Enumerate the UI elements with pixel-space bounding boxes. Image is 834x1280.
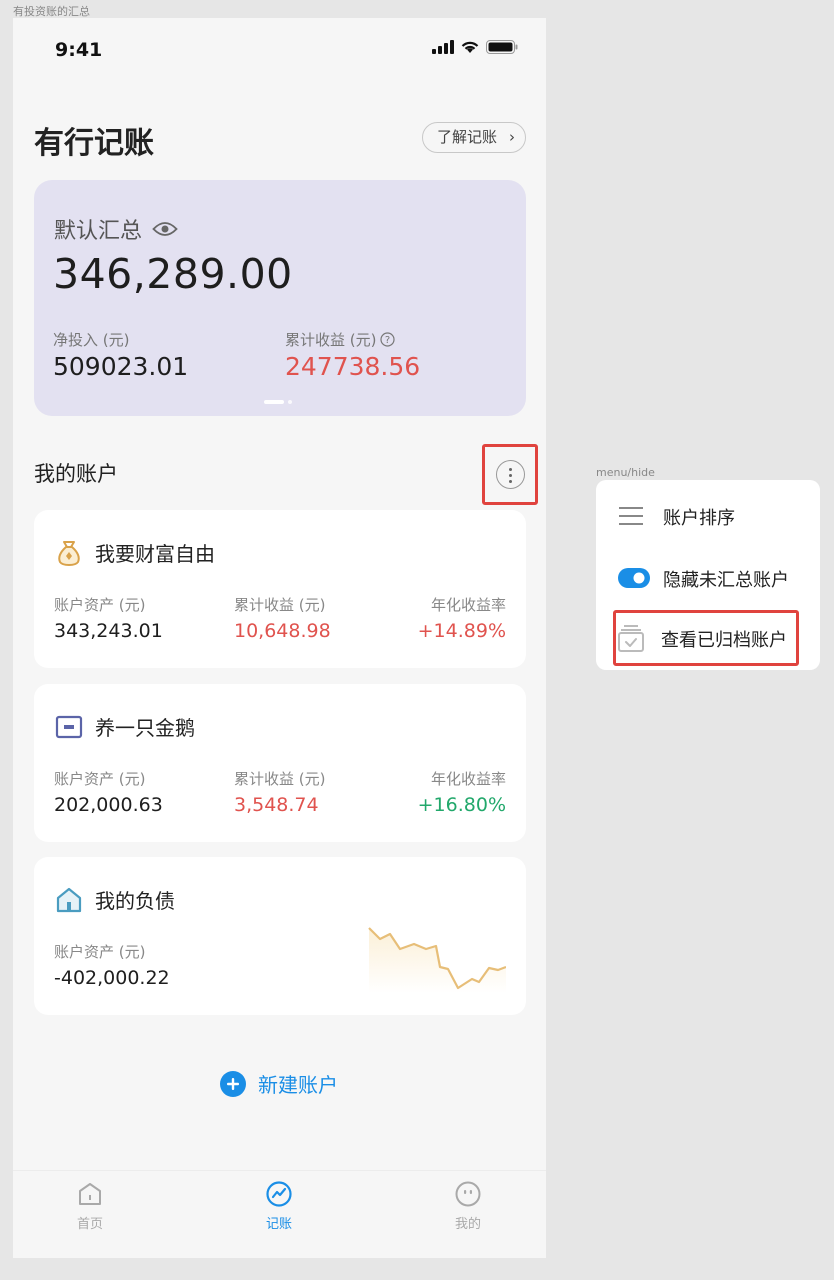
asset-value: -402,000.22 [54, 967, 170, 989]
battery-icon [486, 40, 518, 54]
account-header: 我要财富自由 [55, 538, 215, 567]
tab-bookkeeping[interactable]: 记账 [239, 1181, 319, 1232]
income-label: 累计收益 (元) [234, 596, 326, 614]
status-time: 9:41 [55, 39, 103, 61]
account-header: 养一只金鹅 [55, 712, 195, 741]
tab-bookkeeping-label: 记账 [265, 1217, 292, 1232]
account-name: 养一只金鹅 [95, 716, 195, 740]
cum-income-label: 累计收益 (元) [285, 331, 377, 349]
rate-label: 年化收益率 [430, 770, 506, 788]
summary-card[interactable]: 默认汇总 346,289.00 净投入 (元) 509023.01 累计收益 (… [34, 180, 526, 416]
net-invest-value: 509023.01 [53, 352, 189, 381]
asset-label: 账户资产 (元) [54, 943, 146, 961]
rate-label: 年化收益率 [430, 596, 506, 614]
menu-item-label: 隐藏未汇总账户 [663, 570, 789, 591]
account-name: 我要财富自由 [95, 542, 215, 566]
profile-icon [455, 1181, 481, 1207]
section-title: 我的账户 [34, 462, 118, 486]
cum-income-value: 247738.56 [285, 352, 421, 381]
account-card[interactable]: 我的负债 账户资产 (元) -402,000.22 [34, 857, 526, 1015]
account-name: 我的负债 [95, 889, 175, 913]
summary-label-row: 默认汇总 [54, 213, 178, 245]
new-account-button[interactable]: 新建账户 [220, 1069, 338, 1098]
summary-total: 346,289.00 [53, 250, 293, 298]
home-icon [79, 1183, 101, 1205]
money-bag-icon [58, 540, 80, 566]
wallet-icon [55, 715, 83, 738]
new-account-label: 新建账户 [258, 1073, 338, 1097]
tab-bar: 首页 记账 我的 [13, 1170, 546, 1258]
eye-icon[interactable] [152, 220, 178, 238]
status-bar: 9:41 [13, 18, 546, 78]
trend-sparkline [368, 927, 506, 993]
wifi-icon [461, 41, 479, 53]
account-card[interactable]: 我要财富自由 账户资产 (元) 343,243.01 累计收益 (元) 10,6… [34, 510, 526, 668]
chevron-right-icon: › [509, 128, 515, 146]
menu-item-label: 账户排序 [663, 508, 735, 529]
svg-text:?: ? [385, 335, 390, 346]
asset-value: 202,000.63 [54, 794, 163, 816]
pager-dot-active [264, 400, 284, 404]
asset-label: 账户资产 (元) [54, 770, 146, 788]
menu-item-sort[interactable]: 账户排序 [596, 488, 820, 544]
rate-value: +14.89% [417, 620, 506, 642]
tab-home-label: 首页 [76, 1217, 103, 1232]
tab-home[interactable]: 首页 [50, 1181, 130, 1232]
more-options-icon[interactable] [496, 460, 525, 489]
chart-icon [266, 1181, 292, 1207]
phone-screen: 9:41 有行记账 了解记账 › 默认汇总 346,289.00 净投入 (元)… [13, 18, 546, 1258]
learn-button-label: 了解记账 [436, 128, 497, 146]
income-value: 10,648.98 [234, 620, 331, 642]
options-menu: 账户排序 隐藏未汇总账户 查看已归档账户 [596, 480, 820, 670]
account-card[interactable]: 养一只金鹅 账户资产 (元) 202,000.63 累计收益 (元) 3,548… [34, 684, 526, 842]
pager-dots [264, 400, 292, 404]
signal-icon [432, 40, 454, 54]
net-invest-label: 净投入 (元) [53, 331, 130, 349]
summary-label: 默认汇总 [54, 219, 143, 244]
asset-value: 343,243.01 [54, 620, 163, 642]
archived-item-highlight [613, 610, 799, 666]
rate-value: +16.80% [417, 794, 506, 816]
house-icon [56, 887, 82, 912]
account-header: 我的负债 [55, 885, 175, 914]
pager-dot [288, 400, 292, 404]
cum-income-label-row: 累计收益 (元) ? [285, 329, 396, 350]
menu-frame-title: menu/hide [596, 466, 655, 479]
more-button-highlight [482, 444, 538, 505]
frame-title: 有投资账的汇总 [13, 5, 90, 18]
title-row: 有行记账 了解记账 › [34, 118, 526, 162]
asset-label: 账户资产 (元) [54, 596, 146, 614]
page-title: 有行记账 [34, 126, 154, 161]
menu-item-hide-unsummarized[interactable]: 隐藏未汇总账户 [596, 550, 820, 606]
learn-button[interactable]: 了解记账 › [421, 122, 526, 153]
income-label: 累计收益 (元) [234, 770, 326, 788]
sort-icon [619, 507, 643, 525]
toggle-icon[interactable] [618, 568, 650, 588]
help-icon[interactable]: ? [380, 332, 396, 347]
tab-profile[interactable]: 我的 [428, 1181, 508, 1232]
status-icons [432, 40, 518, 54]
tab-profile-label: 我的 [454, 1217, 481, 1232]
income-value: 3,548.74 [234, 794, 319, 816]
plus-circle-icon [220, 1070, 246, 1097]
